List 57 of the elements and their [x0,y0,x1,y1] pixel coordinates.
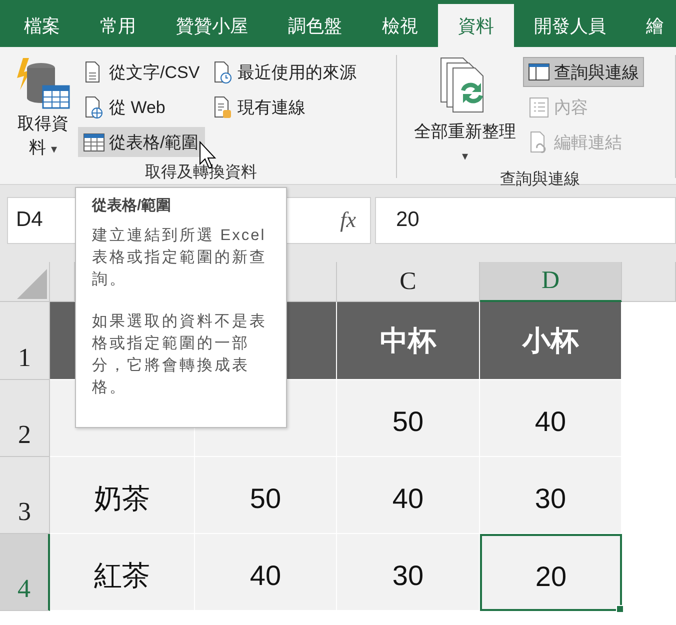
group-label: 查詢與連線 [499,170,581,190]
group-label: 取得及轉換資料 [144,162,258,183]
tooltip-title: 從表格/範圍 [92,196,172,215]
ribbon-tab[interactable]: 開發人員 [514,4,626,47]
ribbon-button[interactable]: 從表格/範圍 [78,127,205,157]
ribbon-button[interactable]: 最近使用的來源 [206,57,362,87]
tooltip-text: 如果選取的資料不是表格或指定範圍的一部分，它將會轉換成表格。 [92,312,268,398]
ribbon-button[interactable]: 從文字/CSV [78,57,205,87]
row-header[interactable]: 3 [0,457,50,534]
ribbon-tab[interactable]: 常用 [80,4,156,47]
row-header[interactable]: 2 [0,380,50,457]
dropdown-caret-icon: ▾ [462,144,468,168]
get-data-button[interactable]: 取得資料 ▾ [10,55,76,162]
ribbon-button[interactable]: 從 Web [78,92,205,122]
ribbon-tab[interactable]: 贊贊小屋 [156,4,268,47]
ribbon-button[interactable]: 查詢與連線 [523,57,644,87]
header-cell: 中杯 [337,302,480,380]
table-cell: 20 [480,534,622,611]
button-label: 取得資料 ▾ [16,113,70,159]
tooltip-text: 建立連結到所選 Excel 表格或指定範圍的新查詢。 [92,226,268,290]
table-cell: 40 [480,380,622,457]
insert-function-button[interactable]: fx [340,207,356,233]
table-cell: 50 [337,380,480,457]
table-icon [83,130,105,154]
document-globe-icon [83,96,105,118]
table-cell: 40 [337,457,480,534]
ribbon-tab[interactable]: 資料 [438,4,514,47]
dropdown-caret-icon: ▾ [50,142,57,156]
header-cell: 小杯 [480,302,622,380]
ribbon-tab[interactable]: 調色盤 [268,4,362,47]
ribbon-tab[interactable]: 檢視 [362,4,438,47]
ribbon-tab[interactable]: 檔案 [4,4,80,47]
fill-handle[interactable] [616,605,624,613]
column-header[interactable]: C [337,262,480,302]
table-cell: 50 [195,457,337,534]
column-header[interactable] [622,262,676,302]
column-header[interactable] [50,262,75,302]
ribbon-tab[interactable]: 繪 [626,4,676,47]
table-cell: 30 [337,534,480,611]
select-all-icon[interactable] [17,269,47,299]
formula-field[interactable]: 20 [375,196,676,244]
document-database-icon [212,96,234,118]
refresh-all-button[interactable]: 全部重新整理 ▾ [409,55,521,169]
database-table-icon [15,56,71,112]
table-cell: 30 [480,457,622,534]
list-icon [528,96,550,118]
button-label: 全部重新整理 [414,121,516,143]
table-cell: 40 [195,534,337,611]
column-header[interactable]: D [480,262,622,302]
row-header[interactable]: 4 [0,534,50,611]
table-cell: 奶茶 [50,457,195,534]
ribbon-button[interactable]: 現有連線 [206,92,362,122]
table-cell: 紅茶 [50,534,195,611]
column-header[interactable] [287,262,337,302]
row-header[interactable]: 1 [0,302,50,380]
window-panel-icon [528,60,550,84]
document-clock-icon [212,60,234,84]
